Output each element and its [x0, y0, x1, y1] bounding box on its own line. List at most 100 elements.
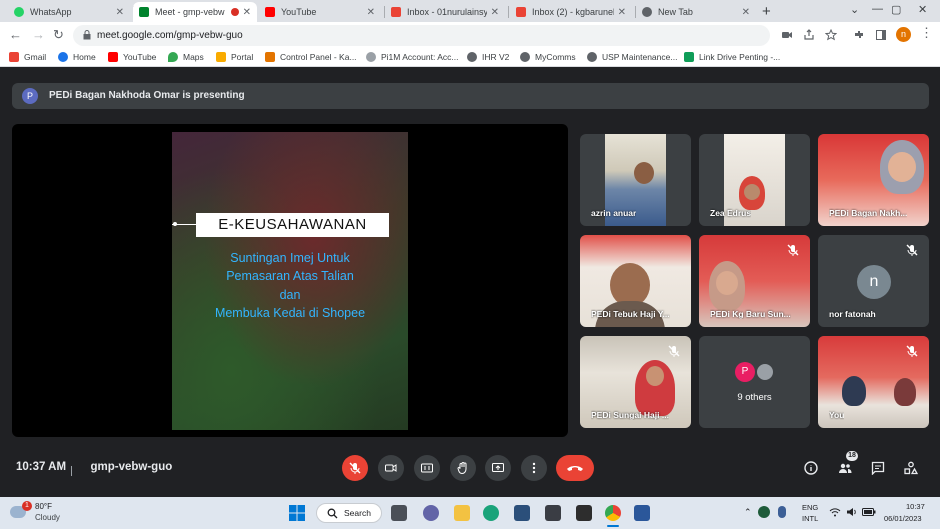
- clock-time[interactable]: 10:37: [906, 502, 925, 511]
- windows-start-icon[interactable]: [289, 505, 305, 521]
- participant-tile[interactable]: n nor fatonah: [818, 235, 929, 327]
- info-icon[interactable]: [804, 461, 818, 475]
- camera-toggle-button[interactable]: [378, 455, 404, 481]
- participant-tile[interactable]: PEDi Bagan Nakh...: [818, 134, 929, 226]
- tab-inbox-2[interactable]: Inbox (2) - kgbarunela ✕: [510, 2, 632, 22]
- close-icon[interactable]: ✕: [116, 7, 124, 18]
- star-icon[interactable]: [825, 29, 837, 41]
- meeting-info: 10:37 AM gmp-vebw-guo: [16, 461, 172, 473]
- bookmark-mycomms[interactable]: MyComms: [520, 52, 576, 62]
- slide-title: E-KEUSAHAWANAN: [196, 213, 389, 237]
- tray-app-icon[interactable]: [758, 506, 770, 518]
- address-bar[interactable]: meet.google.com/gmp-vebw-guo: [73, 25, 770, 46]
- raise-hand-button[interactable]: [450, 455, 476, 481]
- participant-tile[interactable]: PEDi Sungai Haji ...: [580, 336, 691, 428]
- bookmark-ihr[interactable]: IHR V2: [467, 52, 509, 62]
- clock-date[interactable]: 06/01/2023: [884, 514, 922, 523]
- store-icon[interactable]: [514, 505, 530, 521]
- participant-tile[interactable]: Zea Edrus: [699, 134, 810, 226]
- leave-call-button[interactable]: [556, 455, 594, 481]
- chrome-icon[interactable]: [605, 505, 621, 521]
- others-tile[interactable]: P 9 others: [699, 336, 810, 428]
- bookmark-pi1m[interactable]: Pi1M Account: Acc...: [366, 52, 458, 62]
- file-explorer-icon[interactable]: [454, 505, 470, 521]
- presenting-text: PEDi Bagan Nakhoda Omar is presenting: [49, 90, 245, 101]
- browser-toolbar: ← → ↻ meet.google.com/gmp-vebw-guo n ⋮: [0, 22, 940, 49]
- share-icon[interactable]: [803, 29, 815, 41]
- meeting-time: 10:37 AM: [16, 461, 67, 473]
- participant-face: [716, 271, 738, 295]
- close-icon[interactable]: ✕: [618, 7, 626, 18]
- tab-label: Inbox - 01nurulainsya: [407, 7, 487, 17]
- tab-inbox-1[interactable]: Inbox - 01nurulainsya ✕: [385, 2, 505, 22]
- task-view-icon[interactable]: [391, 505, 407, 521]
- word-icon[interactable]: [634, 505, 650, 521]
- close-icon[interactable]: ✕: [243, 7, 251, 18]
- teams-chat-icon[interactable]: [423, 505, 439, 521]
- present-button[interactable]: [485, 455, 511, 481]
- captions-button[interactable]: [414, 455, 440, 481]
- forward-button[interactable]: →: [32, 27, 45, 42]
- chevron-up-icon[interactable]: ⌃: [744, 507, 752, 518]
- maximize-button[interactable]: ▢: [891, 3, 901, 16]
- chat-icon[interactable]: [871, 461, 885, 475]
- people-icon[interactable]: [838, 461, 852, 475]
- close-window-button[interactable]: ✕: [918, 3, 927, 16]
- self-tile[interactable]: You: [818, 336, 929, 428]
- menu-icon[interactable]: ⋮: [920, 25, 933, 41]
- app-icon[interactable]: [545, 505, 561, 521]
- close-icon[interactable]: ✕: [742, 7, 750, 18]
- bookmark-usp[interactable]: USP Maintenance...: [587, 52, 677, 62]
- bookmark-home[interactable]: Home: [58, 52, 96, 62]
- keyboard-layout[interactable]: INTL: [802, 514, 818, 523]
- bookmark-youtube[interactable]: YouTube: [108, 52, 156, 62]
- bookmark-control-panel[interactable]: Control Panel - Ka...: [265, 52, 357, 62]
- weather-condition[interactable]: Cloudy: [35, 513, 60, 522]
- tab-whatsapp[interactable]: WhatsApp ✕: [8, 2, 130, 22]
- app-icon[interactable]: [576, 505, 592, 521]
- new-tab-button[interactable]: +: [762, 3, 771, 20]
- participant-face: [744, 184, 760, 200]
- tab-new-tab[interactable]: New Tab ✕: [636, 2, 756, 22]
- wifi-icon[interactable]: [829, 507, 841, 517]
- volume-icon[interactable]: [846, 507, 858, 517]
- bookmark-portal[interactable]: Portal: [216, 52, 253, 62]
- back-button[interactable]: ←: [9, 27, 22, 42]
- battery-icon[interactable]: [862, 507, 876, 517]
- participant-tile[interactable]: PEDi Tebuk Haji Y...: [580, 235, 691, 327]
- taskbar-search[interactable]: Search: [316, 503, 382, 523]
- reload-button[interactable]: ↻: [53, 27, 64, 43]
- weather-temperature[interactable]: 80°F: [35, 502, 52, 511]
- phone-hangup-icon: [567, 466, 583, 471]
- bookmark-label: Pi1M Account: Acc...: [381, 52, 459, 62]
- close-icon[interactable]: ✕: [367, 7, 375, 18]
- camera-icon[interactable]: [781, 29, 793, 41]
- tab-youtube[interactable]: YouTube ✕: [259, 2, 381, 22]
- microphone-icon[interactable]: [778, 506, 786, 518]
- presentation-stage[interactable]: E-KEUSAHAWANAN Suntingan Imej Untuk Pema…: [12, 124, 568, 437]
- participant-tile[interactable]: azrin anuar: [580, 134, 691, 226]
- participant-tile[interactable]: PEDi Kg Baru Sun...: [699, 235, 810, 327]
- bookmark-link-drive[interactable]: Link Drive Penting -...: [684, 52, 780, 62]
- sidepanel-icon[interactable]: [875, 29, 887, 41]
- bookmark-label: Gmail: [24, 52, 47, 62]
- bookmark-label: YouTube: [123, 52, 157, 62]
- language-indicator[interactable]: ENG: [802, 503, 818, 512]
- extensions-icon[interactable]: [853, 29, 865, 41]
- tab-meet[interactable]: Meet - gmp-vebw ✕: [133, 2, 257, 22]
- activities-icon[interactable]: [904, 461, 918, 475]
- participant-face: [634, 162, 654, 184]
- bookmarks-bar: Gmail Home YouTube Maps Portal Control P…: [0, 49, 940, 67]
- meeting-code[interactable]: gmp-vebw-guo: [90, 461, 172, 473]
- more-options-button[interactable]: [521, 455, 547, 481]
- bookmark-maps[interactable]: Maps: [168, 52, 204, 62]
- avatar: n: [857, 265, 891, 299]
- close-icon[interactable]: ✕: [491, 7, 499, 18]
- chevron-down-icon[interactable]: ⌄: [850, 3, 859, 16]
- active-app-indicator: [607, 525, 619, 527]
- mic-toggle-button[interactable]: [342, 455, 368, 481]
- profile-avatar[interactable]: n: [896, 27, 911, 42]
- minimize-button[interactable]: —: [872, 3, 883, 15]
- bookmark-gmail[interactable]: Gmail: [9, 52, 46, 62]
- edge-icon[interactable]: [483, 505, 499, 521]
